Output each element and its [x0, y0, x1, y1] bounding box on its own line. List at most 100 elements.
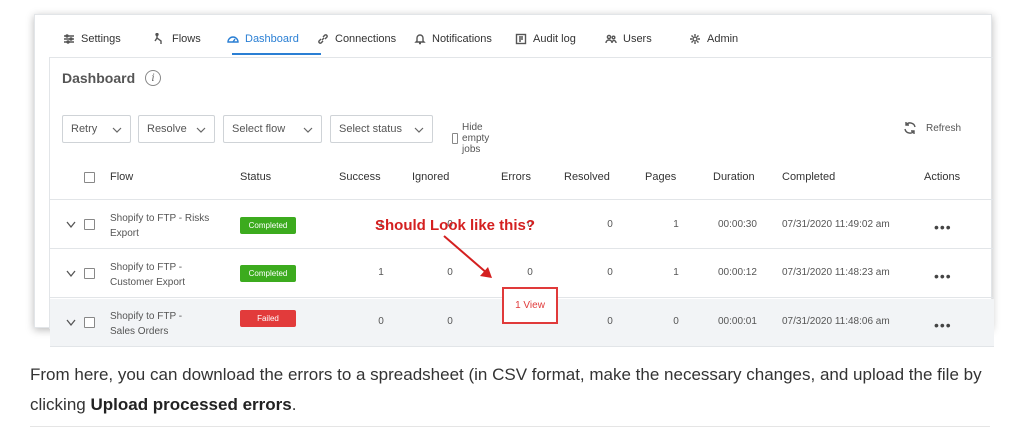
- nav-connections[interactable]: Connections: [317, 23, 396, 55]
- nav-users[interactable]: Users: [605, 23, 652, 55]
- flow-name[interactable]: Shopify to FTP - Sales Orders: [110, 309, 230, 339]
- completed-time: 07/31/2020 11:48:06 am: [782, 316, 890, 327]
- col-flow[interactable]: Flow: [110, 171, 133, 183]
- chevron-down-icon: [303, 127, 313, 133]
- row-checkbox[interactable]: [84, 268, 95, 279]
- col-duration[interactable]: Duration: [713, 171, 755, 183]
- actions-menu-button[interactable]: •••: [934, 317, 952, 333]
- select-status-dropdown[interactable]: Select status: [330, 115, 433, 143]
- active-tab-indicator: [232, 53, 321, 55]
- flow-name-line2: Sales Orders: [110, 326, 169, 337]
- instruction-paragraph: From here, you can download the errors t…: [30, 360, 1000, 420]
- nav-dashboard[interactable]: Dashboard: [227, 23, 299, 55]
- chevron-down-icon: [112, 127, 122, 133]
- duration: 00:00:30: [718, 219, 757, 230]
- errors-view-label: 1 View: [515, 300, 545, 311]
- nav-label: Users: [623, 33, 652, 45]
- gear-icon: [690, 34, 700, 44]
- pages-count: 0: [673, 316, 679, 327]
- divider: [30, 426, 990, 427]
- nav-label: Notifications: [432, 33, 492, 45]
- col-pages[interactable]: Pages: [645, 171, 676, 183]
- duration: 00:00:01: [718, 316, 757, 327]
- actions-menu-button[interactable]: •••: [934, 219, 952, 235]
- row-checkbox[interactable]: [84, 317, 95, 328]
- errors-view-link[interactable]: 1 View: [502, 287, 558, 324]
- audit-log-icon: [515, 33, 527, 45]
- resolve-label: Resolve: [147, 123, 187, 135]
- col-errors[interactable]: Errors: [501, 171, 531, 183]
- resolve-dropdown[interactable]: Resolve: [138, 115, 215, 143]
- flow-name-line1: Shopify to FTP -: [110, 311, 183, 322]
- hide-empty-label: Hide empty jobs: [462, 122, 490, 155]
- col-actions: Actions: [924, 171, 961, 183]
- nav-notifications[interactable]: Notifications: [414, 23, 492, 55]
- paragraph-bold: Upload processed errors: [90, 395, 292, 414]
- retry-label: Retry: [71, 123, 98, 135]
- success-count: 0: [378, 316, 384, 327]
- refresh-icon: [904, 122, 916, 134]
- nav-label: Flows: [172, 33, 201, 45]
- select-all-checkbox[interactable]: [84, 172, 95, 183]
- select-flow-label: Select flow: [232, 123, 286, 135]
- refresh-label: Refresh: [926, 122, 962, 134]
- status-badge: Failed: [240, 310, 296, 327]
- ignored-count: 0: [447, 316, 453, 327]
- nav-label: Dashboard: [245, 33, 299, 45]
- nav-settings[interactable]: Settings: [63, 23, 121, 55]
- flow-name-line2: Customer Export: [110, 277, 186, 288]
- flow-name-line1: Shopify to FTP - Risks: [110, 213, 210, 224]
- resolved-count: 0: [607, 316, 613, 327]
- flows-icon: [154, 33, 162, 44]
- pages-count: 1: [673, 267, 679, 278]
- paragraph-end: .: [291, 395, 297, 414]
- chevron-down-icon: [196, 127, 206, 133]
- nav-label: Settings: [81, 33, 121, 45]
- nav-audit-log[interactable]: Audit log: [515, 23, 576, 55]
- col-status[interactable]: Status: [240, 171, 271, 183]
- select-status-label: Select status: [339, 123, 402, 135]
- col-resolved[interactable]: Resolved: [564, 171, 610, 183]
- status-badge: Completed: [240, 265, 296, 282]
- actions-menu-button[interactable]: •••: [934, 268, 952, 284]
- resolved-count: 0: [607, 267, 613, 278]
- hide-empty-jobs-toggle[interactable]: Hide empty jobs: [452, 122, 494, 155]
- col-success[interactable]: Success: [339, 171, 381, 183]
- errors-count: 0: [527, 267, 533, 278]
- duration: 00:00:12: [718, 267, 757, 278]
- completed-time: 07/31/2020 11:48:23 am: [782, 267, 890, 278]
- chevron-down-icon[interactable]: [66, 319, 76, 327]
- chevron-down-icon[interactable]: [66, 221, 76, 229]
- nav-admin[interactable]: Admin: [689, 23, 738, 55]
- info-icon[interactable]: i: [145, 70, 162, 86]
- row-checkbox[interactable]: [84, 219, 95, 230]
- annotation-arrow-icon: [443, 235, 492, 278]
- completed-time: 07/31/2020 11:49:02 am: [782, 219, 890, 230]
- chevron-down-icon[interactable]: [66, 270, 76, 278]
- status-badge: Completed: [240, 217, 296, 234]
- resolved-count: 0: [607, 219, 613, 230]
- nav-flows[interactable]: Flows: [154, 23, 201, 55]
- top-nav: Settings Flows Dashboard Connections Not…: [49, 23, 981, 59]
- link-icon: [318, 34, 328, 44]
- nav-label: Connections: [335, 33, 397, 45]
- title-row: Dashboard i: [62, 70, 162, 86]
- refresh-button[interactable]: Refresh: [902, 120, 961, 136]
- nav-label: Admin: [707, 33, 739, 45]
- flow-name[interactable]: Shopify to FTP - Risks Export: [110, 211, 230, 241]
- flow-name[interactable]: Shopify to FTP - Customer Export: [110, 260, 230, 290]
- dashboard-screenshot-card: Settings Flows Dashboard Connections Not…: [34, 14, 994, 347]
- page-title: Dashboard: [62, 70, 136, 86]
- retry-dropdown[interactable]: Retry: [62, 115, 131, 143]
- col-completed[interactable]: Completed: [782, 171, 835, 183]
- pages-count: 1: [673, 219, 679, 230]
- flow-name-line1: Shopify to FTP -: [110, 262, 183, 273]
- nav-label: Audit log: [533, 33, 576, 45]
- success-count: 1: [378, 267, 384, 278]
- users-icon: [605, 34, 617, 44]
- table-header: Flow Status Success Ignored Errors Resol…: [50, 158, 994, 200]
- select-flow-dropdown[interactable]: Select flow: [223, 115, 322, 143]
- hide-empty-checkbox[interactable]: [452, 133, 459, 144]
- col-ignored[interactable]: Ignored: [412, 171, 449, 183]
- annotation-text: Should Look like this?: [375, 217, 536, 234]
